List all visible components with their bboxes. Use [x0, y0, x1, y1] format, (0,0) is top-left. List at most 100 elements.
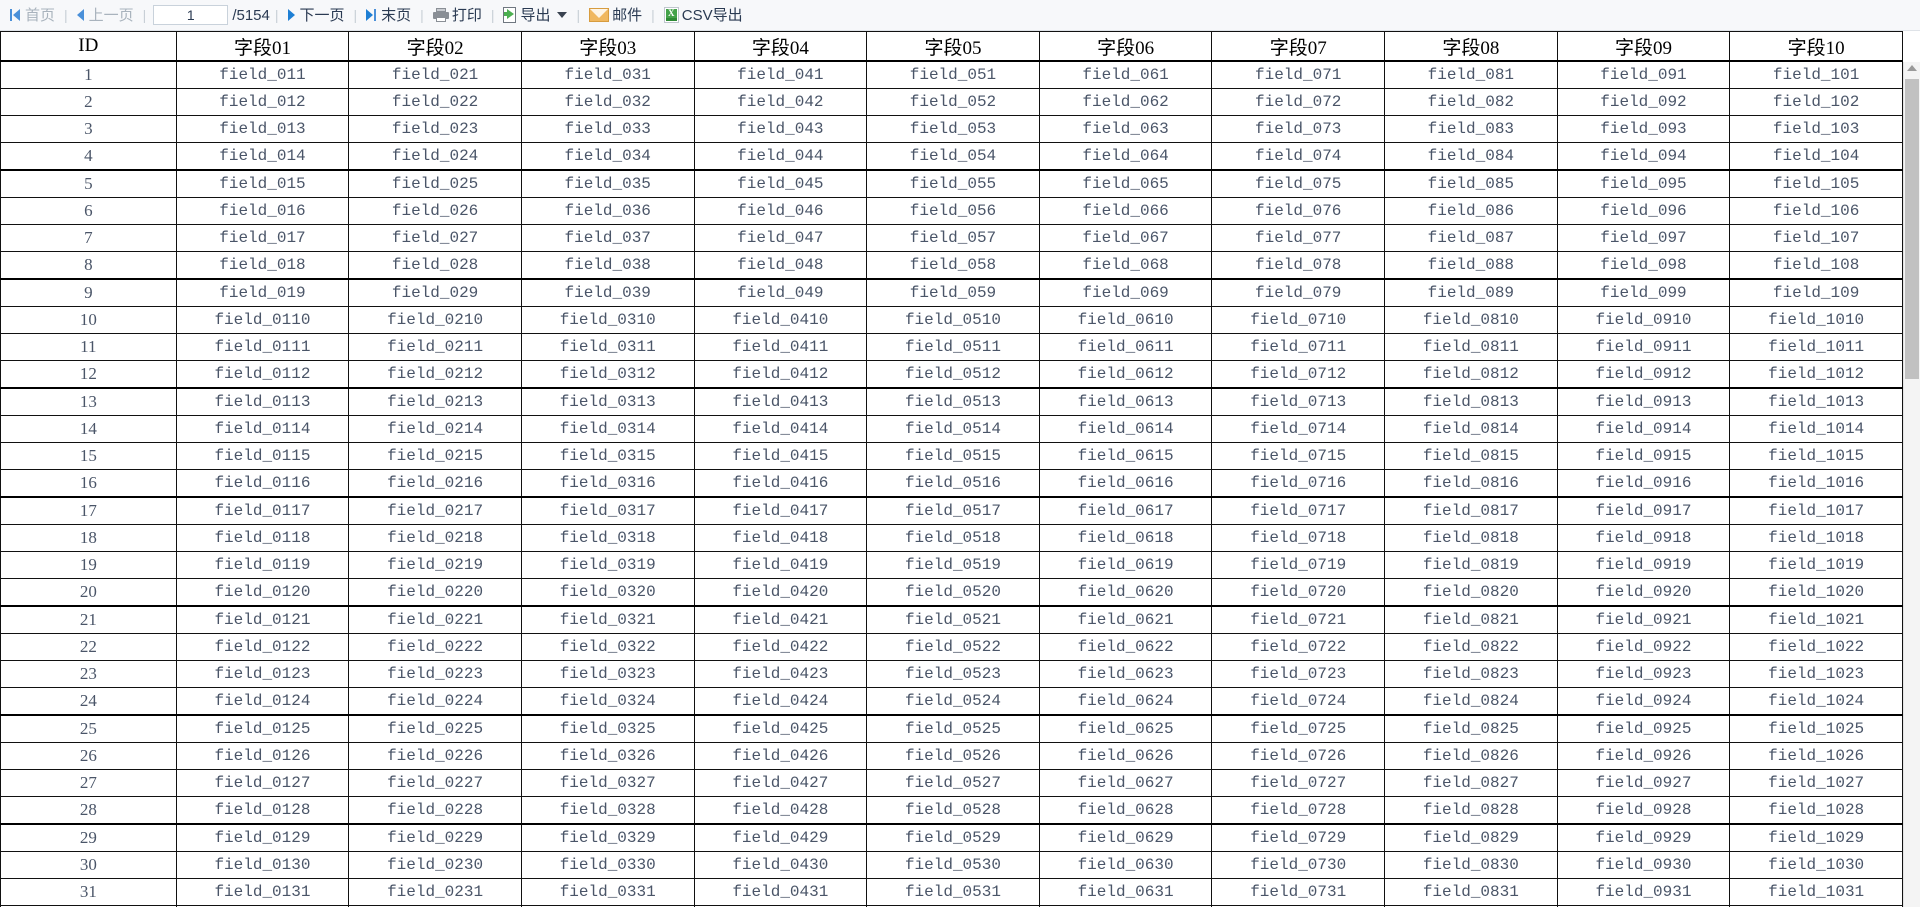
table-row[interactable]: 11 field_0111 field_0211 field_0311 field_04…	[0, 333, 1903, 361]
cell-value: field_0819	[1384, 551, 1558, 579]
page-number-input[interactable]	[153, 5, 229, 25]
cell-value: field_088	[1384, 251, 1558, 280]
scroll-up-arrow-icon[interactable]	[1907, 65, 1917, 71]
cell-value: field_0613	[1038, 387, 1213, 416]
cell-value: field_061	[1038, 60, 1213, 89]
table-row[interactable]: 8 field_018 field_028 field_038 field_048 fie…	[0, 251, 1903, 280]
table-row[interactable]: 9 field_019 field_029 field_039 field_049 fie…	[0, 278, 1903, 307]
cell-value: field_0231	[348, 878, 522, 906]
cell-value: field_0831	[1384, 878, 1558, 906]
cell-value: field_0721	[1211, 605, 1386, 634]
cell-id: 27	[0, 769, 177, 797]
table-row[interactable]: 5 field_015 field_025 field_035 field_045 fie…	[0, 169, 1903, 198]
table-row[interactable]: 31 field_0131 field_0231 field_0331 field_04…	[0, 878, 1903, 906]
cell-value: field_0328	[520, 796, 695, 825]
cell-value: field_1024	[1729, 687, 1903, 716]
table-row[interactable]: 7 field_017 field_027 field_037 field_047 fie…	[0, 224, 1903, 252]
table-row[interactable]: 27 field_0127 field_0227 field_0327 field_04…	[0, 769, 1903, 797]
last-page-icon	[366, 9, 377, 21]
table-row[interactable]: 20 field_0120 field_0220 field_0320 field_04…	[0, 578, 1903, 607]
mail-button[interactable]: 邮件	[583, 2, 648, 28]
column-header-字段03[interactable]: 字段03	[520, 31, 695, 62]
table-row[interactable]: 24 field_0124 field_0224 field_0324 field_04…	[0, 687, 1903, 716]
table-row[interactable]: 22 field_0122 field_0222 field_0322 field_04…	[0, 633, 1903, 661]
cell-value: field_0131	[175, 878, 350, 906]
table-row[interactable]: 10 field_0110 field_0210 field_0310 field_04…	[0, 306, 1903, 334]
table-row[interactable]: 19 field_0119 field_0219 field_0319 field_04…	[0, 551, 1903, 579]
cell-id: 24	[0, 687, 177, 716]
cell-value: field_0210	[348, 306, 522, 334]
cell-value: field_0914	[1556, 415, 1731, 443]
table-row[interactable]: 15 field_0115 field_0215 field_0315 field_04…	[0, 442, 1903, 470]
print-button[interactable]: 打印	[427, 2, 488, 28]
column-header-字段01[interactable]: 字段01	[175, 31, 350, 62]
table-row[interactable]: 14 field_0114 field_0214 field_0314 field_04…	[0, 415, 1903, 443]
cell-value: field_0311	[520, 333, 695, 361]
table-row[interactable]: 1 field_011 field_021 field_031 field_041 fie…	[0, 60, 1903, 89]
cell-value: field_0617	[1038, 496, 1213, 525]
column-header-字段04[interactable]: 字段04	[693, 31, 868, 62]
cell-value: field_0823	[1384, 660, 1558, 688]
chevron-down-icon[interactable]	[557, 12, 568, 18]
column-header-字段09[interactable]: 字段09	[1556, 31, 1731, 62]
cell-value: field_0417	[693, 496, 868, 525]
vertical-scrollbar[interactable]	[1903, 62, 1920, 907]
table-row[interactable]: 4 field_014 field_024 field_034 field_044 fie…	[0, 142, 1903, 171]
cell-value: field_0527	[866, 769, 1040, 797]
cell-id: 8	[0, 251, 177, 280]
cell-value: field_062	[1038, 88, 1213, 116]
column-header-字段07[interactable]: 字段07	[1211, 31, 1386, 62]
column-header-字段05[interactable]: 字段05	[866, 31, 1040, 62]
cell-value: field_0226	[348, 742, 522, 770]
column-header-字段10[interactable]: 字段10	[1729, 31, 1903, 62]
cell-value: field_0919	[1556, 551, 1731, 579]
next-page-button[interactable]: 下一页	[282, 2, 351, 28]
cell-value: field_0123	[175, 660, 350, 688]
table-row[interactable]: 29 field_0129 field_0229 field_0329 field_04…	[0, 823, 1903, 852]
table-row[interactable]: 25 field_0125 field_0225 field_0325 field_04…	[0, 714, 1903, 743]
table-row[interactable]: 18 field_0118 field_0218 field_0318 field_04…	[0, 524, 1903, 552]
table-row[interactable]: 12 field_0112 field_0212 field_0312 field_04…	[0, 360, 1903, 389]
cell-value: field_098	[1556, 251, 1731, 280]
table-row[interactable]: 2 field_012 field_022 field_032 field_042 fie…	[0, 88, 1903, 116]
table-row[interactable]: 28 field_0128 field_0228 field_0328 field_04…	[0, 796, 1903, 825]
cell-value: field_089	[1384, 278, 1558, 307]
cell-value: field_022	[348, 88, 522, 116]
prev-page-button[interactable]: 上一页	[71, 2, 140, 28]
cell-value: field_099	[1556, 278, 1731, 307]
toolbar-separator: |	[274, 7, 279, 23]
table-row[interactable]: 21 field_0121 field_0221 field_0321 field_04…	[0, 605, 1903, 634]
csv-export-button[interactable]: X CSV导出	[658, 2, 749, 28]
cell-value: field_0127	[175, 769, 350, 797]
column-header-id[interactable]: ID	[0, 31, 177, 62]
cell-value: field_1015	[1729, 442, 1903, 470]
table-row[interactable]: 17 field_0117 field_0217 field_0317 field_04…	[0, 496, 1903, 525]
cell-value: field_0517	[866, 496, 1040, 525]
toolbar-separator: |	[576, 7, 581, 23]
table-row[interactable]: 30 field_0130 field_0230 field_0330 field_04…	[0, 851, 1903, 879]
cell-value: field_0514	[866, 415, 1040, 443]
table-row[interactable]: 16 field_0116 field_0216 field_0316 field_04…	[0, 469, 1903, 498]
scrollbar-thumb[interactable]	[1905, 79, 1919, 379]
cell-value: field_0426	[693, 742, 868, 770]
cell-value: field_0316	[520, 469, 695, 498]
last-page-button[interactable]: 末页	[360, 2, 417, 28]
table-row[interactable]: 23 field_0123 field_0223 field_0323 field_04…	[0, 660, 1903, 688]
cell-value: field_052	[866, 88, 1040, 116]
cell-value: field_0122	[175, 633, 350, 661]
cell-value: field_0727	[1211, 769, 1386, 797]
cell-value: field_0519	[866, 551, 1040, 579]
table-header-row: ID 字段01 字段02 字段03 字段04 字段05 字段06 字段07 字段08 字段09 字段…	[0, 31, 1903, 62]
first-page-button[interactable]: 首页	[4, 2, 61, 28]
cell-id: 14	[0, 415, 177, 443]
cell-value: field_0324	[520, 687, 695, 716]
table-row[interactable]: 3 field_013 field_023 field_033 field_043 fie…	[0, 115, 1903, 143]
column-header-字段02[interactable]: 字段02	[348, 31, 522, 62]
table-row[interactable]: 6 field_016 field_026 field_036 field_046 fie…	[0, 197, 1903, 225]
table-row[interactable]: 13 field_0113 field_0213 field_0313 field_04…	[0, 387, 1903, 416]
table-row[interactable]: 26 field_0126 field_0226 field_0326 field_04…	[0, 742, 1903, 770]
column-header-字段08[interactable]: 字段08	[1384, 31, 1558, 62]
export-button[interactable]: 导出	[497, 2, 573, 28]
column-header-字段06[interactable]: 字段06	[1038, 31, 1213, 62]
cell-id: 5	[0, 169, 177, 198]
